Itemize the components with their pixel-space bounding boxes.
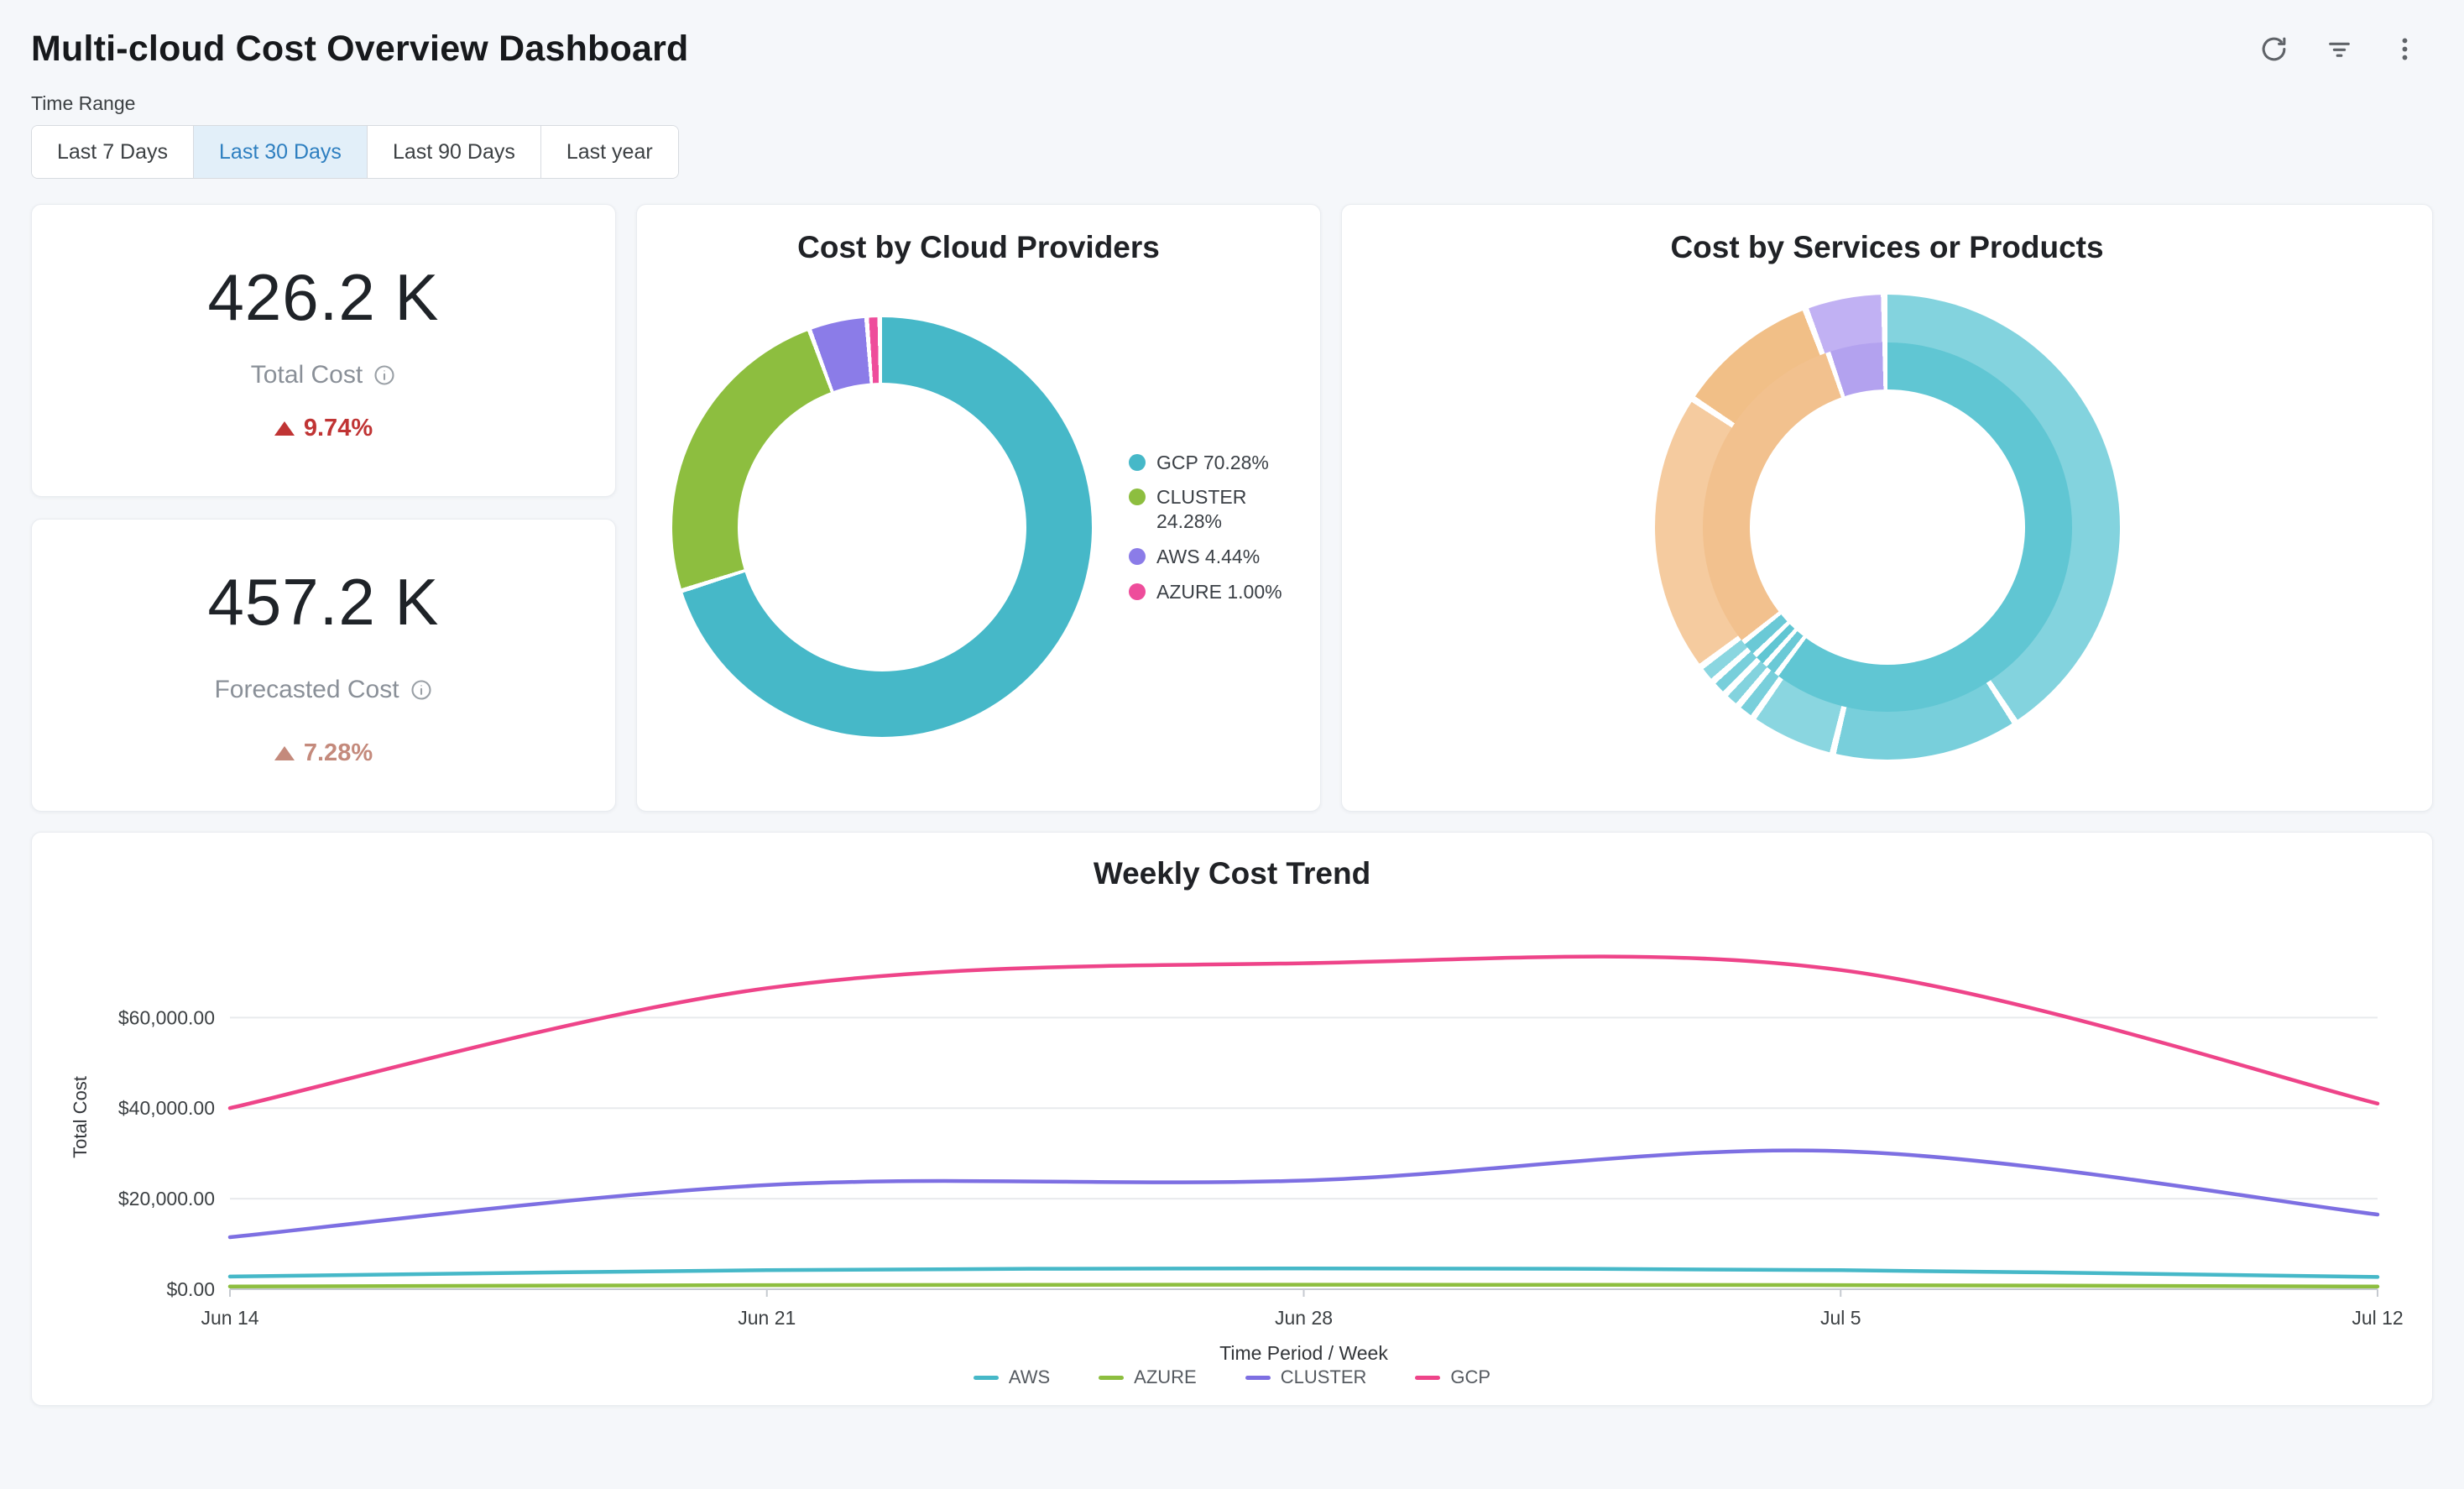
svg-text:Jul 5: Jul 5 [1820,1307,1861,1329]
time-range-option-last-30-days[interactable]: Last 30 Days [194,126,368,178]
forecasted-cost-card: 457.2 K Forecasted Cost 7.28% [31,519,616,812]
time-range-selector: Last 7 Days Last 30 Days Last 90 Days La… [31,125,679,179]
time-range-option-last-90-days[interactable]: Last 90 Days [368,126,541,178]
info-icon[interactable] [373,363,396,387]
trend-legend-label-gcp: GCP [1450,1366,1490,1388]
time-range-option-last-7-days[interactable]: Last 7 Days [32,126,194,178]
legend-dot-azure [1129,583,1146,600]
providers-chart-card: Cost by Cloud Providers GCP 70.28% CLUST… [636,204,1321,812]
header: Multi-cloud Cost Overview Dashboard [31,22,2433,76]
providers-legend: GCP 70.28% CLUSTER 24.28% AWS 4.44% AZUR… [1129,451,1288,604]
forecasted-cost-label: Forecasted Cost [214,676,399,704]
trend-legend: AWS AZURE CLUSTER GCP [52,1366,2412,1388]
legend-label-aws: AWS 4.44% [1156,545,1260,569]
trend-legend-item-gcp[interactable]: GCP [1415,1366,1490,1388]
trend-legend-label-azure: AZURE [1134,1366,1197,1388]
total-cost-delta-value: 9.74% [304,415,373,442]
cards-grid: 426.2 K Total Cost 9.74% 457.2 K [31,204,2433,812]
services-chart-body [1342,265,2432,789]
trend-legend-swatch-cluster [1245,1376,1271,1380]
services-chart-card: Cost by Services or Products [1341,204,2433,812]
legend-item-cluster[interactable]: CLUSTER 24.28% [1129,485,1288,534]
time-range-option-last-year[interactable]: Last year [541,126,678,178]
providers-donut-chart[interactable] [672,317,1092,737]
delta-up-icon [274,746,295,760]
svg-text:$60,000.00: $60,000.00 [118,1006,215,1028]
legend-dot-aws [1129,548,1146,565]
total-cost-value: 426.2 K [208,259,440,336]
page-title: Multi-cloud Cost Overview Dashboard [31,29,689,70]
total-cost-label: Total Cost [251,361,363,389]
svg-text:$40,000.00: $40,000.00 [118,1097,215,1119]
legend-label-azure: AZURE 1.00% [1156,580,1282,604]
svg-text:Jul 12: Jul 12 [2352,1307,2403,1329]
menu-button[interactable] [2381,25,2428,72]
weekly-cost-trend-chart[interactable]: $0.00 $20,000.00 $40,000.00 $60,000.00 Jun 1… [52,895,2412,1365]
refresh-icon [2258,34,2289,65]
trend-legend-swatch-azure [1099,1376,1124,1380]
refresh-button[interactable] [2250,25,2297,72]
legend-label-cluster: CLUSTER 24.28% [1156,485,1288,534]
legend-label-gcp: GCP 70.28% [1156,451,1269,475]
legend-item-gcp[interactable]: GCP 70.28% [1129,451,1288,475]
toolbar [2250,25,2428,72]
svg-text:Total Cost: Total Cost [70,1076,91,1158]
donut-hole [738,383,1026,671]
legend-item-aws[interactable]: AWS 4.44% [1129,545,1288,569]
info-icon[interactable] [410,678,433,702]
legend-item-azure[interactable]: AZURE 1.00% [1129,580,1288,604]
forecasted-cost-label-row: Forecasted Cost [214,676,432,704]
weekly-trend-title: Weekly Cost Trend [52,856,2412,891]
legend-dot-cluster [1129,488,1146,505]
total-cost-card: 426.2 K Total Cost 9.74% [31,204,616,497]
trend-legend-item-cluster[interactable]: CLUSTER [1245,1366,1367,1388]
kebab-menu-icon [2389,34,2420,65]
svg-text:$0.00: $0.00 [166,1278,215,1300]
delta-up-icon [274,421,295,436]
services-chart-title: Cost by Services or Products [1342,230,2432,265]
forecasted-cost-value: 457.2 K [208,564,440,640]
filter-icon [2324,34,2355,65]
weekly-trend-card: Weekly Cost Trend $0.00 $20,000.00 $40,000… [31,832,2433,1406]
total-cost-delta: 9.74% [274,415,373,442]
sunburst-hole [1750,389,2025,665]
dashboard-page: Multi-cloud Cost Overview Dashboard [31,22,2433,1406]
total-cost-label-row: Total Cost [251,361,396,389]
trend-legend-swatch-gcp [1415,1376,1440,1380]
time-range-label: Time Range [31,92,2433,115]
providers-chart-body: GCP 70.28% CLUSTER 24.28% AWS 4.44% AZUR… [637,265,1320,789]
services-sunburst-chart[interactable] [1655,295,2120,760]
trend-legend-item-aws[interactable]: AWS [974,1366,1050,1388]
svg-text:Jun 28: Jun 28 [1275,1307,1333,1329]
providers-chart-title: Cost by Cloud Providers [637,230,1320,265]
trend-legend-label-cluster: CLUSTER [1281,1366,1367,1388]
trend-legend-swatch-aws [974,1376,999,1380]
trend-legend-label-aws: AWS [1009,1366,1050,1388]
forecasted-cost-delta: 7.28% [274,739,373,767]
svg-text:$20,000.00: $20,000.00 [118,1188,215,1209]
svg-text:Jun 14: Jun 14 [201,1307,258,1329]
svg-text:Time Period / Week: Time Period / Week [1219,1342,1388,1364]
trend-legend-item-azure[interactable]: AZURE [1099,1366,1197,1388]
forecasted-cost-delta-value: 7.28% [304,739,373,767]
kpi-column: 426.2 K Total Cost 9.74% 457.2 K [31,204,616,812]
svg-text:Jun 21: Jun 21 [738,1307,796,1329]
legend-dot-gcp [1129,454,1146,471]
filter-button[interactable] [2315,25,2362,72]
